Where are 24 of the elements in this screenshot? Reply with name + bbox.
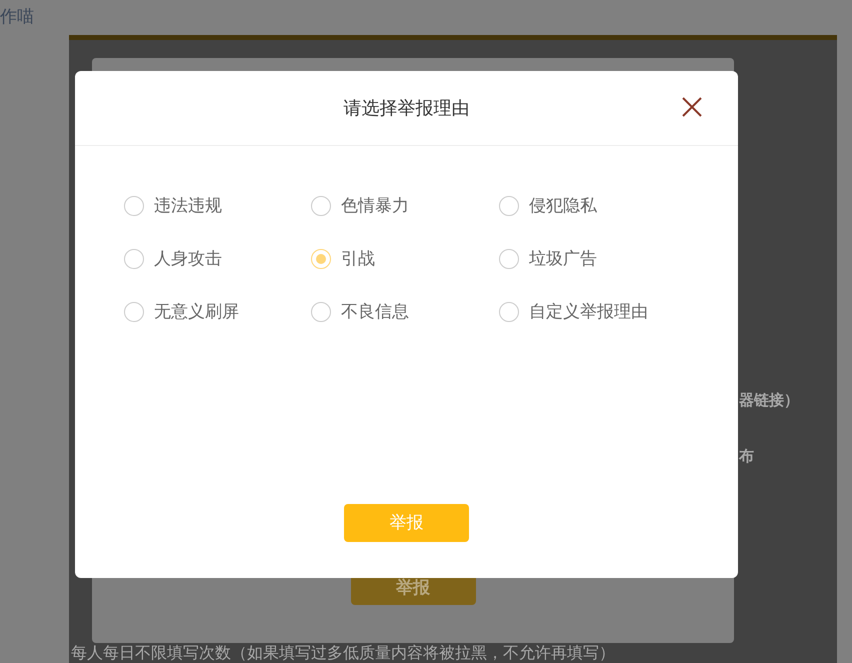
report-reason-option[interactable]: 色情暴力 (311, 194, 499, 217)
radio-button[interactable] (499, 196, 519, 216)
report-reason-option[interactable]: 无意义刷屏 (124, 300, 311, 323)
close-icon (681, 96, 703, 118)
report-reason-option[interactable]: 人身攻击 (124, 247, 311, 270)
radio-button[interactable] (311, 196, 331, 216)
dialog-title: 请选择举报理由 (344, 96, 470, 120)
radio-button[interactable] (499, 302, 519, 322)
page-text: 器链接） (739, 391, 799, 411)
report-reason-option[interactable]: 引战 (311, 247, 499, 270)
radio-button[interactable] (499, 248, 519, 268)
radio-button[interactable] (124, 302, 144, 322)
report-reason-option[interactable]: 垃圾广告 (499, 247, 699, 270)
page-text: 布 (739, 446, 754, 466)
report-reason-option[interactable]: 侵犯隐私 (499, 194, 699, 217)
report-reason-option[interactable]: 违法违规 (124, 194, 311, 217)
radio-button[interactable] (124, 196, 144, 216)
radio-button[interactable] (311, 302, 331, 322)
report-reason-option[interactable]: 自定义举报理由 (499, 300, 699, 323)
radio-button[interactable] (311, 248, 331, 268)
radio-button[interactable] (124, 248, 144, 268)
report-reason-option[interactable]: 不良信息 (311, 300, 499, 323)
close-button[interactable] (680, 95, 704, 119)
footer-note: 每人每日不限填写次数（如果填写过多低质量内容将被拉黑，不允许再填写） (71, 645, 616, 663)
